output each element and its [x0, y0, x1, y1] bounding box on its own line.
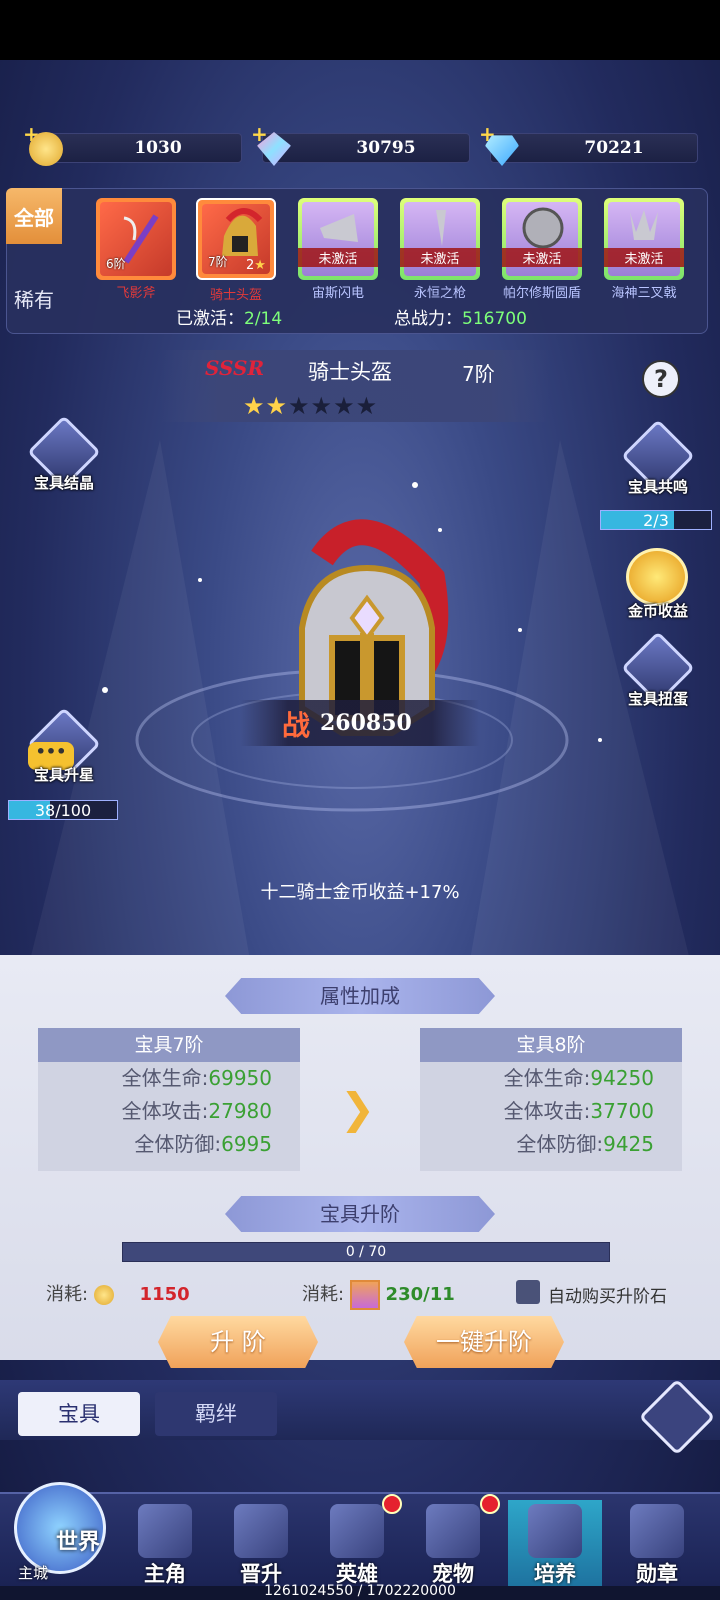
star-empty-icon: ★	[310, 392, 334, 420]
train-icon	[528, 1504, 582, 1558]
treasure-name: 帕尔修斯圆盾	[502, 286, 581, 301]
star-filled-icon: ★	[265, 392, 289, 420]
tab-treasure[interactable]: 宝具	[18, 1392, 140, 1436]
inactive-label: 未激活	[400, 248, 480, 267]
gold-coin-icon	[626, 548, 688, 606]
star-empty-icon: ★	[355, 392, 379, 420]
helmet-icon	[330, 1504, 384, 1558]
attr-row: 全体防御:6995	[134, 1132, 272, 1156]
promote-icon	[234, 1504, 288, 1558]
nav-heroes[interactable]: 英雄	[310, 1494, 404, 1596]
treasure-name: 飞影斧	[116, 286, 156, 301]
nav-pets[interactable]: 宠物	[406, 1494, 500, 1596]
star-filled-icon: ★	[243, 392, 266, 420]
crystal-amount: 30795	[356, 138, 416, 158]
treasure-name: 宙斯闪电	[311, 286, 364, 301]
nav-medal[interactable]: 勋章	[610, 1500, 704, 1596]
treasure-slot[interactable]: 未激活 永恒之枪	[400, 198, 480, 301]
treasure-crystal-button[interactable]: 宝具结晶	[24, 415, 104, 500]
item-cost: 消耗: 230/11	[302, 1280, 455, 1310]
notification-dot	[480, 1494, 500, 1514]
tab-bond[interactable]: 羁绊	[155, 1392, 277, 1436]
gold-coin-icon	[93, 1285, 114, 1305]
star-empty-icon: ★	[333, 392, 356, 420]
inactive-label: 未激活	[604, 248, 684, 267]
treasure-level: 7阶	[208, 255, 228, 269]
arrow-right-icon: ❯	[340, 1084, 376, 1133]
footer-counter: 1261024550 / 1702220000	[0, 1583, 720, 1600]
treasure-slot[interactable]: 未激活 海神三叉戟	[604, 198, 684, 301]
treasure-title: 骑士头盔	[308, 360, 392, 384]
medal-icon	[630, 1504, 684, 1558]
activated-count: 已激活：2/14	[176, 309, 283, 329]
gold-coin-icon	[29, 132, 63, 166]
nav-promote[interactable]: 晋升	[214, 1500, 308, 1596]
treasure-slot[interactable]: 未激活 宙斯闪电	[298, 198, 378, 301]
treasure-bonus-text: 十二骑士金币收益+17%	[260, 882, 460, 903]
diamond-amount: 70221	[584, 138, 644, 158]
treasure-name: 永恒之枪	[413, 286, 466, 301]
gold-currency[interactable]: + 1030	[23, 122, 242, 166]
upgrade-stone-icon	[349, 1280, 380, 1310]
nav-hero-main[interactable]: 主角	[118, 1500, 212, 1596]
upgrade-title: 宝具升阶	[225, 1196, 495, 1232]
star-empty-icon: ★	[288, 392, 311, 420]
shield-icon	[522, 207, 564, 249]
attr-row: 全体攻击:27980	[121, 1099, 272, 1123]
upstar-progress: 38/100	[8, 800, 118, 820]
attr-row: 全体攻击:37700	[503, 1099, 654, 1123]
resonance-progress: 2/3	[600, 510, 712, 530]
world-button[interactable]: 世界 主城	[8, 1478, 112, 1588]
treasure-resonance-button[interactable]: 宝具共鸣	[618, 419, 698, 504]
status-bar	[0, 0, 720, 60]
treasure-gacha-button[interactable]: 宝具扭蛋	[618, 631, 698, 716]
help-button[interactable]: ?	[642, 360, 680, 398]
lightning-icon	[320, 214, 358, 242]
pet-icon	[426, 1504, 480, 1558]
auto-buy-checkbox[interactable]	[516, 1280, 540, 1304]
spear-icon	[436, 210, 446, 246]
current-attributes: 宝具7阶 全体生命:69950 全体攻击:27980 全体防御:6995	[38, 1028, 300, 1171]
attr-row: 全体生命:69950	[121, 1066, 272, 1090]
inactive-label: 未激活	[298, 248, 378, 267]
next-attributes: 宝具8阶 全体生命:94250 全体攻击:37700 全体防御:9425	[420, 1028, 682, 1171]
upgrade-progress: 0 / 70	[122, 1242, 610, 1262]
gold-amount: 1030	[134, 138, 182, 158]
treasure-level: 7阶	[462, 362, 495, 386]
tab-rare[interactable]: 稀有	[6, 270, 62, 326]
upgrade-button[interactable]: 升 阶	[158, 1316, 318, 1368]
treasure-power: 战 260850	[240, 700, 480, 746]
power-icon: 战	[282, 709, 311, 742]
treasure-slot[interactable]: 未激活 帕尔修斯圆盾	[502, 198, 582, 301]
tab-all[interactable]: 全部	[6, 188, 62, 244]
treasure-name: 海神三叉戟	[611, 286, 677, 301]
star-rating: ★★★★★★	[243, 392, 378, 420]
trident-icon	[630, 210, 658, 240]
inactive-label: 未激活	[502, 248, 582, 267]
rarity-badge: SSSR	[205, 356, 265, 380]
hero-icon	[138, 1504, 192, 1558]
gold-cost: 消耗: 1150	[46, 1284, 190, 1305]
one-click-upgrade-button[interactable]: 一键升阶	[404, 1316, 564, 1368]
nav-train[interactable]: 培养	[508, 1500, 602, 1596]
auto-buy-label: 自动购买升阶石	[548, 1287, 667, 1307]
diamond-currency[interactable]: + 70221	[479, 122, 698, 166]
crystal-currency[interactable]: + 30795	[251, 122, 470, 166]
total-power: 总战力：516700	[394, 309, 527, 329]
treasure-upstar-button[interactable]: ••• 宝具升星	[24, 707, 104, 792]
notification-dot	[382, 1494, 402, 1514]
attr-row: 全体生命:94250	[503, 1066, 654, 1090]
treasure-name: 骑士头盔	[209, 288, 262, 303]
treasure-slot-selected[interactable]: 7阶 2★ 骑士头盔	[196, 198, 276, 303]
treasure-level: 6阶	[106, 257, 126, 271]
treasure-slot[interactable]: 6阶 飞影斧	[96, 198, 176, 301]
attribute-title: 属性加成	[225, 978, 495, 1014]
gold-income-button[interactable]: 金币收益	[618, 548, 698, 628]
attr-row: 全体防御:9425	[516, 1132, 654, 1156]
